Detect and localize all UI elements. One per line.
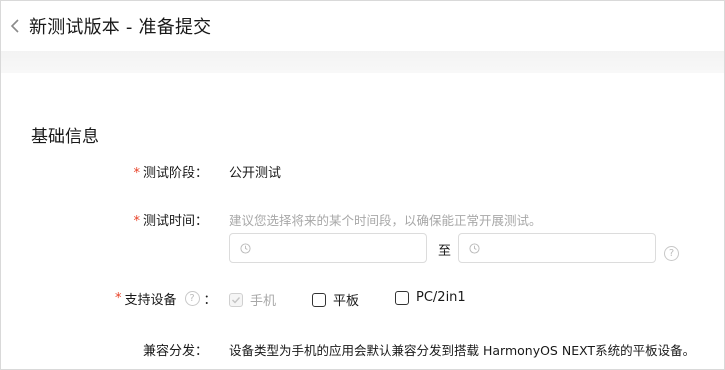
chevron-left-icon	[10, 19, 19, 33]
checkbox-box	[229, 292, 243, 307]
start-date-input[interactable]	[229, 233, 427, 263]
header-divider-band	[1, 51, 724, 73]
checkbox-label: 手机	[250, 294, 277, 309]
question-circle-icon: ?	[664, 246, 679, 261]
section-title: 基础信息	[31, 127, 99, 147]
compat-label: 兼容分发：	[142, 344, 208, 359]
clock-icon	[469, 242, 480, 254]
required-mark: *	[133, 214, 140, 229]
device-checkbox-tablet[interactable]: 平板	[312, 290, 359, 309]
time-hint: 建议您选择将来的某个时间段，以确保能正常开展测试。	[229, 213, 542, 228]
devices-label: * 支持设备 ? ：	[115, 289, 217, 308]
page: 新测试版本 - 准备提交 基础信息 * 测试阶段： 公开测试 * 测试时间： 建议您…	[0, 0, 725, 370]
checkmark-icon	[232, 296, 241, 304]
time-label: * 测试时间：	[133, 210, 208, 229]
stage-label: * 测试阶段：	[133, 162, 208, 181]
clock-icon	[240, 242, 251, 254]
devices-label-text: 支持设备	[124, 293, 177, 308]
time-help-icon[interactable]: ?	[664, 241, 679, 261]
time-label-text: 测试时间：	[142, 214, 208, 229]
required-mark: *	[115, 291, 122, 306]
stage-value: 公开测试	[229, 166, 282, 181]
back-button[interactable]	[1, 1, 29, 51]
page-title: 新测试版本 - 准备提交	[29, 17, 212, 38]
compat-value: 设备类型为手机的应用会默认兼容分发到搭载 HarmonyOS NEXT系统的平板…	[229, 343, 696, 358]
devices-help-icon[interactable]: ?	[184, 291, 200, 306]
checkbox-label: PC/2in1	[416, 290, 466, 305]
checkbox-box	[395, 290, 409, 305]
stage-label-text: 测试阶段：	[142, 166, 208, 181]
page-header: 新测试版本 - 准备提交	[1, 1, 724, 51]
checkbox-box	[312, 292, 326, 307]
checkbox-label: 平板	[333, 294, 360, 309]
date-range-separator: 至	[438, 244, 452, 259]
device-checkbox-pc[interactable]: PC/2in1	[395, 290, 466, 305]
devices-colon: ：	[203, 293, 217, 308]
end-date-input[interactable]	[458, 233, 656, 263]
required-mark: *	[133, 166, 140, 181]
device-checkbox-phone[interactable]: 手机	[229, 290, 276, 309]
